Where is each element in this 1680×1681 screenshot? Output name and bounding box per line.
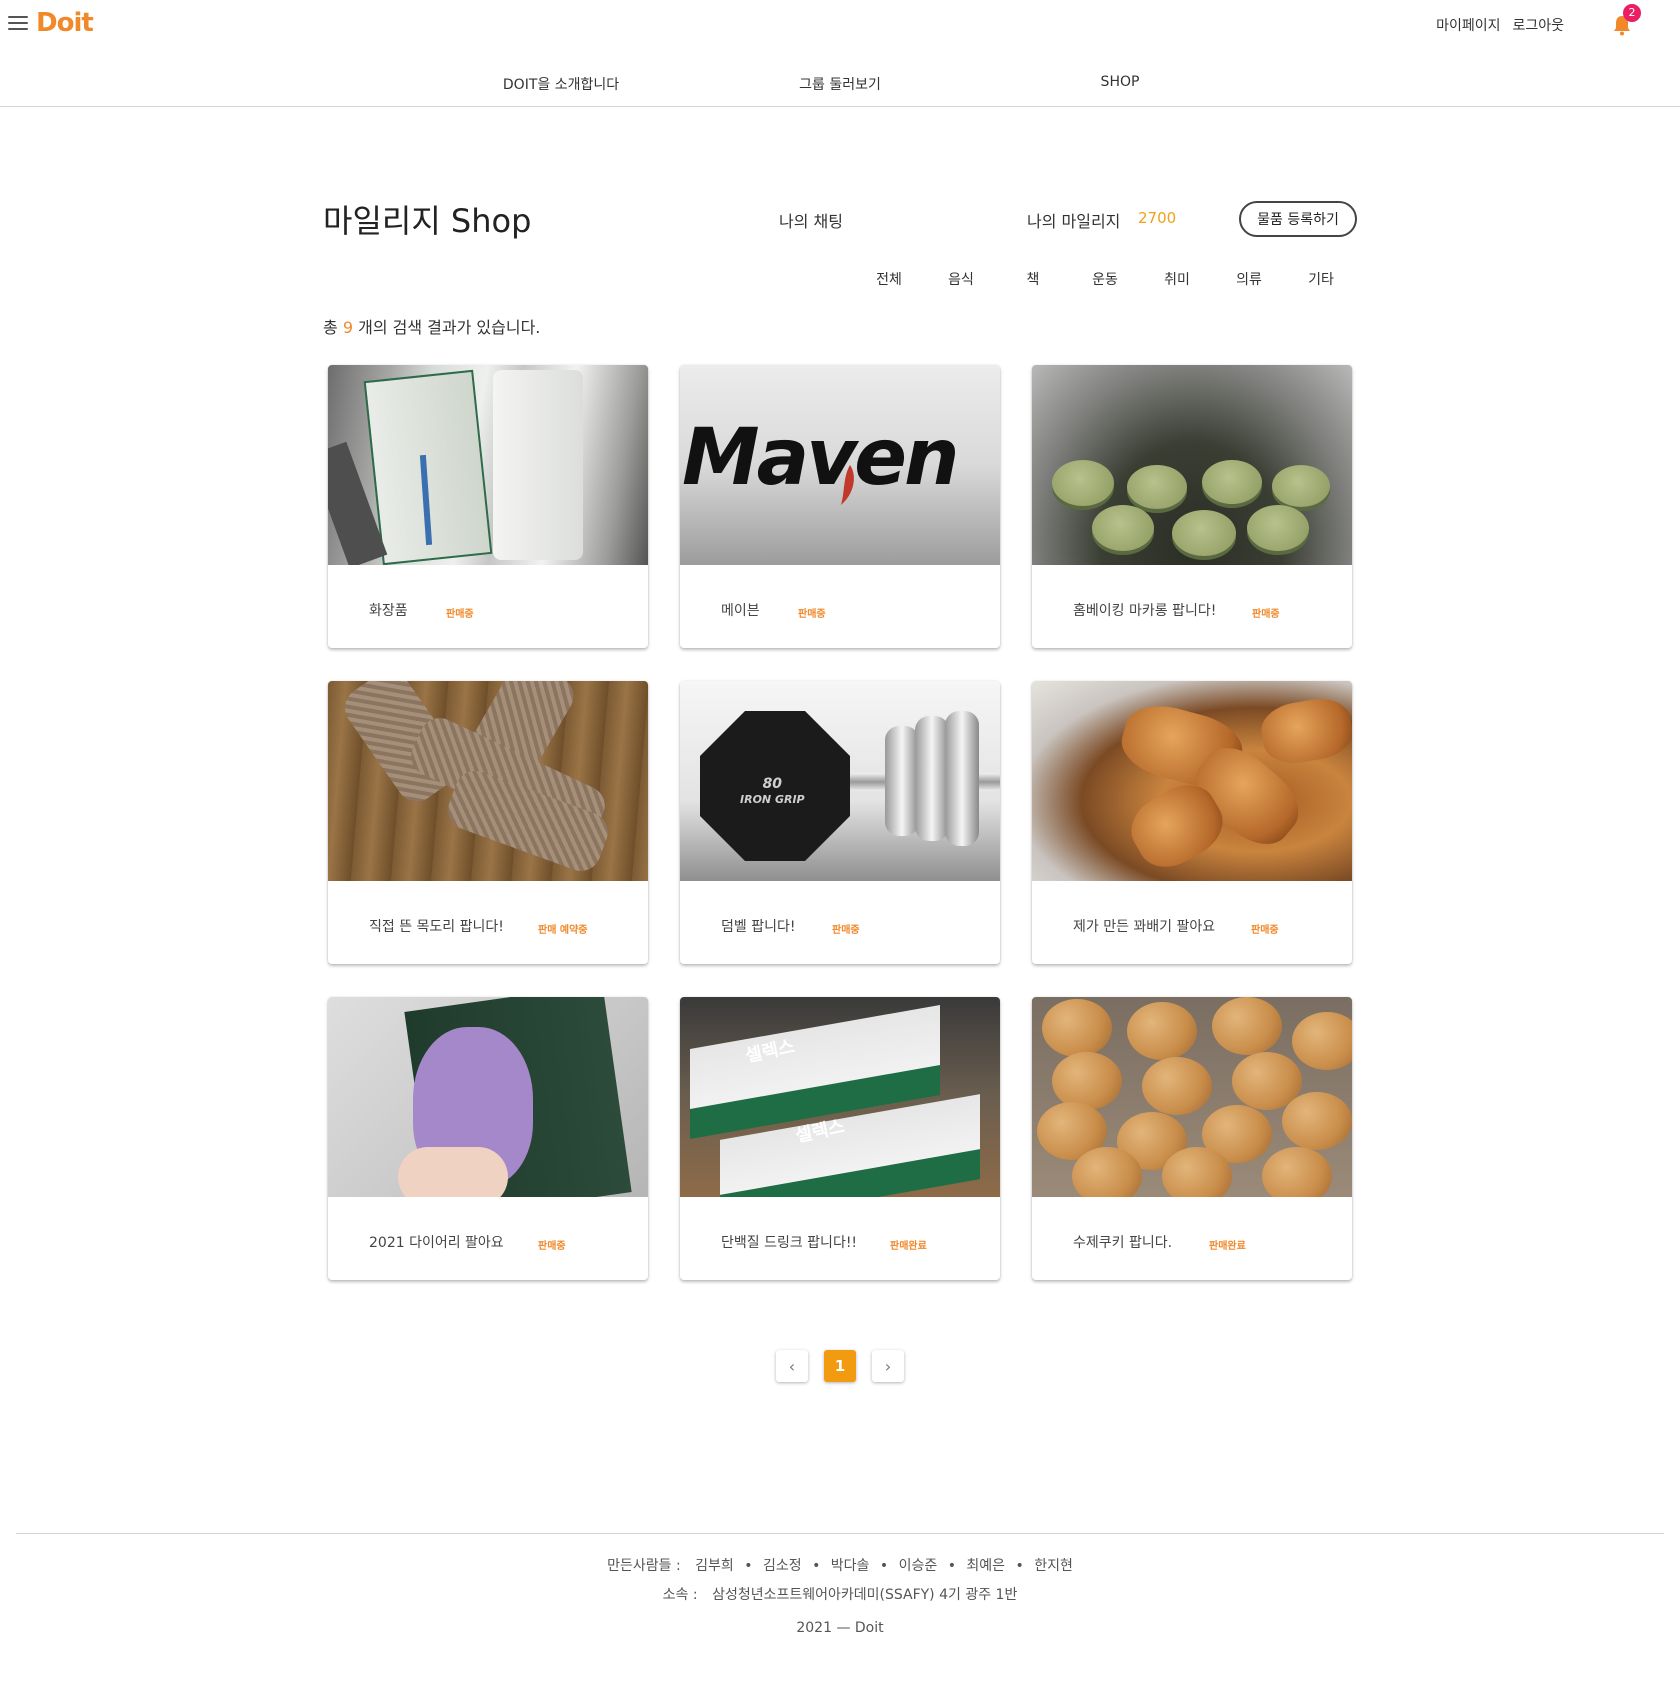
my-chat-link[interactable]: 나의 채팅 [779, 208, 843, 232]
category-hobby[interactable]: 취미 [1164, 269, 1190, 289]
maven-logo-text: Maven [682, 413, 960, 503]
org-name: 삼성청년소프트웨어아카데미(SSAFY) 4기 광주 1반 [712, 1587, 1018, 1603]
item-title: 홈베이킹 마카롱 팝니다! [1073, 603, 1217, 619]
category-etc[interactable]: 기타 [1308, 269, 1334, 289]
item-card[interactable]: 80 IRON GRIP 덤벨 팝니다! 판매중 [680, 681, 1000, 964]
dumbbell-plate [915, 716, 949, 841]
logout-link[interactable]: 로그아웃 [1512, 15, 1564, 35]
item-image: 80 IRON GRIP [680, 681, 1000, 881]
item-status: 판매중 [1251, 925, 1279, 936]
maker-name: 김소정 [762, 1558, 802, 1574]
org-label: 소속 : [662, 1587, 698, 1603]
item-card[interactable]: 수제쿠키 팝니다. 판매완료 [1032, 997, 1352, 1280]
dumbbell-plate [885, 726, 919, 836]
item-image [1032, 365, 1352, 565]
dumbbell-label-brand: IRON GRIP [740, 793, 805, 806]
maker-name: 김부희 [695, 1558, 734, 1574]
item-image [1032, 997, 1352, 1197]
category-exercise[interactable]: 운동 [1092, 269, 1118, 289]
item-image [328, 997, 648, 1197]
mileage-label: 나의 마일리지 [1027, 212, 1121, 231]
separator: • [812, 1558, 821, 1574]
result-count-text: 총 9 개의 검색 결과가 있습니다. [323, 314, 540, 338]
main-nav: DOIT을 소개합니다 그룹 둘러보기 SHOP [0, 62, 1680, 107]
item-title: 2021 다이어리 팔아요 [369, 1235, 504, 1251]
result-suffix: 개의 검색 결과가 있습니다. [358, 318, 541, 337]
item-card[interactable]: Maven 메이븐 판매중 [680, 365, 1000, 648]
footer-divider [16, 1533, 1664, 1534]
dumbbell-plate [945, 711, 979, 846]
item-status: 판매완료 [890, 1241, 927, 1252]
item-card[interactable]: 제가 만든 꽈배기 팔아요 판매중 [1032, 681, 1352, 964]
nav-shop[interactable]: SHOP [1101, 74, 1140, 90]
category-clothing[interactable]: 의류 [1236, 269, 1262, 289]
item-card[interactable]: 셀렉스 셀렉스 단백질 드링크 팝니다!! 판매완료 [680, 997, 1000, 1280]
notification-badge: 2 [1623, 4, 1641, 22]
item-status: 판매중 [538, 1241, 566, 1252]
separator: • [947, 1558, 956, 1574]
footer-makers: 만든사람들 : 김부희 • 김소정 • 박다솔 • 이승준 • 최예은 • 한지… [0, 1555, 1680, 1575]
item-card[interactable]: 2021 다이어리 팔아요 판매중 [328, 997, 648, 1280]
nav-about[interactable]: DOIT을 소개합니다 [503, 74, 619, 94]
result-count: 9 [342, 318, 354, 337]
hamburger-menu-icon[interactable] [8, 16, 28, 32]
item-image [328, 681, 648, 881]
maker-name: 이승준 [898, 1558, 938, 1574]
item-status: 판매중 [798, 609, 826, 620]
item-title: 메이븐 [721, 603, 760, 619]
item-status: 판매완료 [1209, 1241, 1246, 1252]
prev-page-button[interactable]: ‹ [776, 1350, 808, 1382]
top-links: 마이페이지 로그아웃 [1436, 15, 1564, 35]
item-title: 단백질 드링크 팝니다!! [721, 1235, 858, 1251]
category-all[interactable]: 전체 [876, 269, 902, 289]
item-card[interactable]: 홈베이킹 마카롱 팝니다! 판매중 [1032, 365, 1352, 648]
hand [398, 1147, 508, 1197]
item-card[interactable]: 직접 뜬 목도리 팝니다! 판매 예약중 [328, 681, 648, 964]
register-item-button[interactable]: 물품 등록하기 [1239, 201, 1357, 237]
item-title: 제가 만든 꽈배기 팔아요 [1073, 919, 1216, 935]
footer-org: 소속 : 삼성청년소프트웨어아카데미(SSAFY) 4기 광주 1반 [0, 1584, 1680, 1604]
item-status: 판매중 [446, 609, 474, 620]
item-card[interactable]: 화장품 판매중 [328, 365, 648, 648]
top-bar: Doit 마이페이지 로그아웃 2 [0, 0, 1680, 50]
result-prefix: 총 [323, 318, 338, 337]
item-title: 수제쿠키 팝니다. [1073, 1235, 1173, 1251]
mileage-value: 2700 [1138, 209, 1177, 227]
maker-name: 한지현 [1034, 1558, 1073, 1574]
makers-label: 만든사람들 : [607, 1558, 681, 1574]
footer-copyright: 2021 — Doit [796, 1620, 884, 1636]
page-title: 마일리지 Shop [323, 202, 532, 240]
mypage-link[interactable]: 마이페이지 [1436, 15, 1500, 35]
page-button-1[interactable]: 1 [824, 1350, 856, 1382]
item-image: Maven [680, 365, 1000, 565]
nav-groups[interactable]: 그룹 둘러보기 [799, 74, 881, 94]
maker-name: 박다솔 [830, 1558, 870, 1574]
dumbbell-label-number: 80 [762, 776, 783, 792]
category-food[interactable]: 음식 [948, 269, 974, 289]
item-status: 판매중 [1252, 609, 1280, 620]
separator: • [1015, 1558, 1024, 1574]
feather-icon [841, 465, 854, 505]
separator: • [744, 1558, 753, 1574]
category-book[interactable]: 책 [1027, 269, 1040, 289]
item-title: 덤벨 팝니다! [721, 919, 796, 935]
item-status: 판매 예약중 [538, 925, 588, 936]
item-title: 화장품 [369, 603, 408, 619]
item-title: 직접 뜬 목도리 팝니다! [369, 919, 504, 935]
item-image [1032, 681, 1352, 881]
maker-name: 최예은 [966, 1558, 1006, 1574]
item-status: 판매중 [832, 925, 860, 936]
logo[interactable]: Doit [36, 8, 94, 38]
next-page-button[interactable]: › [872, 1350, 904, 1382]
dumbbell-label: 80 IRON GRIP [740, 776, 805, 808]
item-image [328, 365, 648, 565]
separator: • [879, 1558, 889, 1574]
item-image: 셀렉스 셀렉스 [680, 997, 1000, 1197]
